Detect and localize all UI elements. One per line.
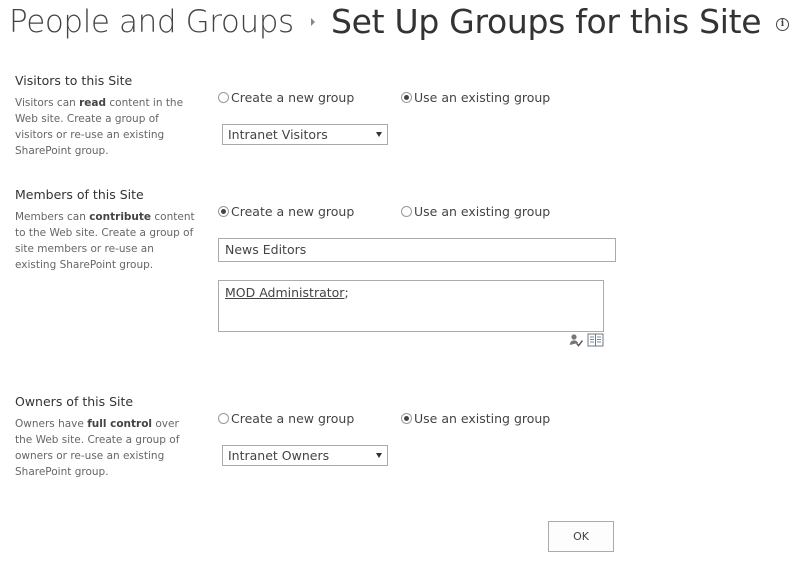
members-create-new-radio[interactable]: Create a new group <box>218 203 354 219</box>
visitors-section-title: Visitors to this Site <box>15 73 133 88</box>
page-title: Set Up Groups for this Site <box>331 2 762 41</box>
radio-label: Use an existing group <box>414 410 551 426</box>
radio-unchecked-icon[interactable] <box>218 91 229 103</box>
members-section-description: Members can contribute content to the We… <box>15 211 195 271</box>
visitors-group-select[interactable]: Intranet Visitors <box>222 124 388 145</box>
visitors-use-existing-radio[interactable]: Use an existing group <box>401 89 550 105</box>
visitors-section-description: Visitors can read content in the Web sit… <box>15 97 184 157</box>
radio-unchecked-icon[interactable] <box>218 412 229 424</box>
members-use-existing-radio[interactable]: Use an existing group <box>401 203 550 219</box>
radio-label: Use an existing group <box>414 89 551 105</box>
radio-checked-icon[interactable] <box>218 205 229 217</box>
visitors-create-new-radio[interactable]: Create a new group <box>218 89 354 105</box>
chevron-down-icon <box>376 453 382 458</box>
radio-checked-icon[interactable] <box>401 91 412 103</box>
ok-button[interactable]: OK <box>548 521 614 552</box>
select-value: Intranet Owners <box>228 448 330 463</box>
chevron-down-icon <box>376 132 382 137</box>
select-value: Intranet Visitors <box>228 127 328 142</box>
radio-label: Create a new group <box>231 203 355 219</box>
people-separator: ; <box>344 285 349 300</box>
radio-label: Create a new group <box>231 89 355 105</box>
radio-checked-icon[interactable] <box>401 412 412 424</box>
owners-group-select[interactable]: Intranet Owners <box>222 445 388 466</box>
radio-label: Create a new group <box>231 410 355 426</box>
members-group-name-input[interactable]: News Editors <box>218 238 616 262</box>
address-book-icon[interactable] <box>587 333 604 347</box>
owners-section-description: Owners have full control over the Web si… <box>15 418 180 478</box>
owners-section-title: Owners of this Site <box>15 394 134 409</box>
radio-unchecked-icon[interactable] <box>401 205 412 217</box>
breadcrumb-separator-icon <box>311 18 315 26</box>
members-people-picker[interactable]: MOD Administrator; <box>218 280 604 332</box>
members-section-title: Members of this Site <box>15 187 144 202</box>
breadcrumb-parent-link[interactable]: People and Groups <box>9 4 294 40</box>
check-names-icon[interactable] <box>569 333 583 347</box>
radio-label: Use an existing group <box>414 203 551 219</box>
people-entry[interactable]: MOD Administrator <box>225 285 344 300</box>
info-icon[interactable]: i <box>776 18 789 31</box>
owners-create-new-radio[interactable]: Create a new group <box>218 410 354 426</box>
owners-use-existing-radio[interactable]: Use an existing group <box>401 410 550 426</box>
